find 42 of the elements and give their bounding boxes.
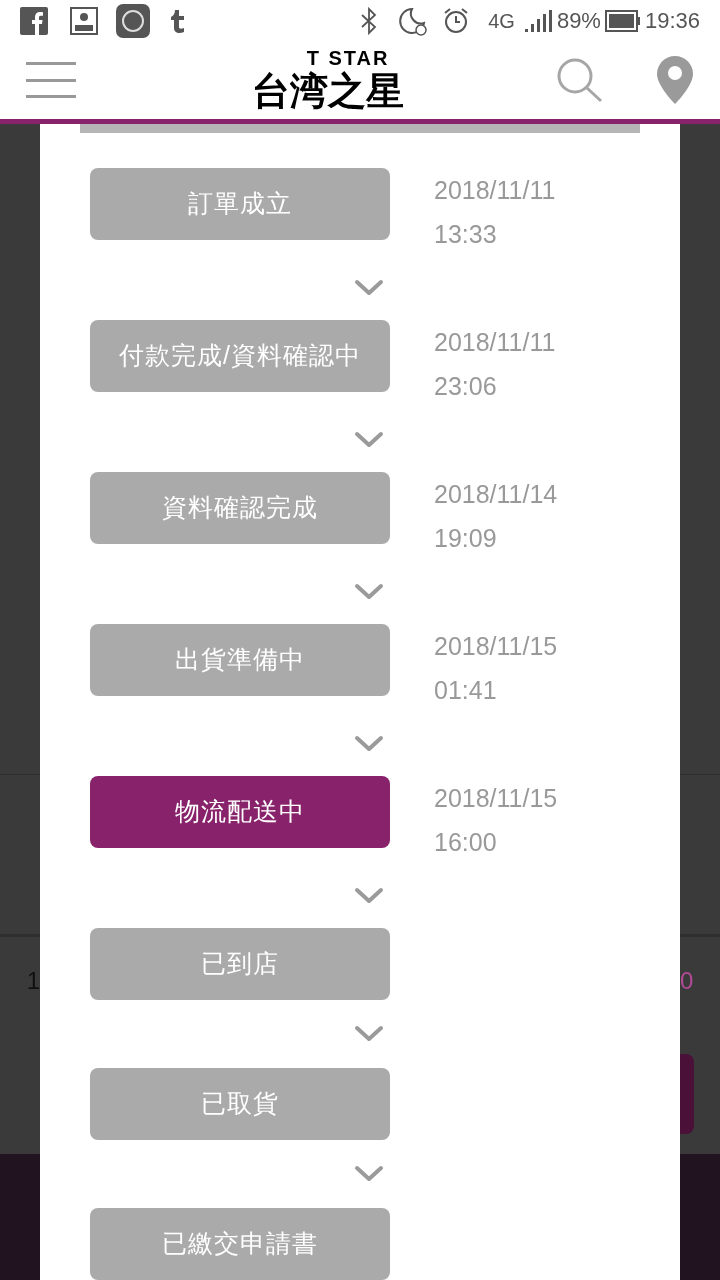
status-step-button[interactable]: 已到店	[90, 928, 390, 1000]
step-date: 2018/11/15	[434, 631, 558, 662]
bluetooth-icon	[360, 6, 379, 35]
step-time: 19:09	[434, 523, 498, 554]
menu-button[interactable]	[26, 60, 76, 101]
status-step-button[interactable]: 付款完成/資料確認中	[90, 320, 390, 392]
price-text: 0	[680, 965, 694, 996]
chevron-down-icon	[354, 1165, 384, 1183]
logo-title: 台湾之星	[252, 69, 404, 114]
tumblr-icon	[170, 8, 186, 33]
chevron-down-icon	[354, 583, 384, 601]
status-step-button[interactable]: 已取貨	[90, 1068, 390, 1140]
signal-icon	[522, 8, 553, 33]
step-time: 13:33	[434, 219, 498, 250]
chevron-down-icon	[354, 735, 384, 753]
step-time: 01:41	[434, 675, 498, 706]
step-date: 2018/11/11	[434, 175, 556, 206]
chevron-down-icon	[354, 279, 384, 297]
chevron-down-icon	[354, 887, 384, 905]
network-type: 4G	[488, 8, 515, 34]
app-icon	[116, 3, 150, 38]
status-step-button[interactable]: 已繳交申請書	[90, 1208, 390, 1280]
facebook-icon	[20, 6, 48, 35]
location-pin-icon[interactable]	[656, 55, 694, 106]
chevron-down-icon	[354, 431, 384, 449]
step-date: 2018/11/15	[434, 783, 558, 814]
status-step-button[interactable]: 訂單成立	[90, 168, 390, 240]
status-step-button[interactable]: 資料確認完成	[90, 472, 390, 544]
chevron-down-icon	[354, 1025, 384, 1043]
clock-time: 19:36	[644, 7, 700, 36]
status-step-button[interactable]: 出貨準備中	[90, 624, 390, 696]
logo-subtitle: T STAR	[305, 47, 390, 70]
record-icon	[70, 6, 98, 35]
status-step-button[interactable]: 物流配送中	[90, 776, 390, 848]
battery-percent: 89%	[556, 7, 601, 36]
step-date: 2018/11/14	[434, 479, 558, 510]
search-icon[interactable]	[556, 57, 604, 104]
step-time: 16:00	[434, 827, 498, 858]
moon-icon	[398, 5, 429, 36]
battery-icon	[604, 9, 641, 32]
step-time: 23:06	[434, 371, 498, 402]
step-date: 2018/11/11	[434, 327, 556, 358]
